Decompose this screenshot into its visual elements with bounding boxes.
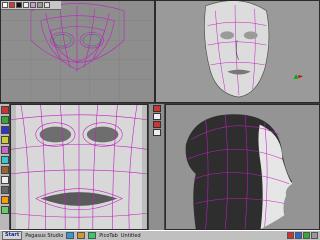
rotate-icon[interactable] [16,2,22,8]
tool-9-icon[interactable] [1,186,9,194]
taskbar-app-icon[interactable] [66,232,75,239]
select-icon[interactable] [2,2,8,8]
front-wireframe [1,1,154,102]
view-front-icon[interactable] [152,105,161,112]
tool-4-icon[interactable] [1,136,9,144]
tool-2-icon[interactable] [1,116,9,124]
viewport-side[interactable] [165,104,320,230]
render-icon[interactable] [30,2,36,8]
viewport-face-closeup[interactable] [10,104,148,230]
tool-7-icon[interactable] [1,166,9,174]
tray-icon-4[interactable] [311,232,318,239]
taskbar: Start Pegasus Studio PicoTab Untitled [0,230,320,240]
move-icon[interactable] [9,2,15,8]
tool-3-icon[interactable] [1,126,9,134]
head-side-profile [185,114,293,229]
face-wireframe-closeup [11,105,147,229]
taskbar-item-picotab[interactable]: PicoTab [99,233,118,239]
taskbar-item-app[interactable]: Pegasus Studio [25,233,63,239]
viewport-toolbar [1,1,61,10]
tray-icon-2[interactable] [295,232,302,239]
view-switch-strip [148,104,165,230]
tool-1-icon[interactable] [1,106,9,114]
view-top-icon[interactable] [152,121,161,128]
tray-icon-1[interactable] [287,232,294,239]
view-side-icon[interactable] [152,113,161,120]
view-persp-icon[interactable] [152,129,161,136]
viewport-perspective[interactable]: ▲► [155,0,320,103]
scale-icon[interactable] [23,2,29,8]
tool-palette-left [0,104,10,230]
tool-11-icon[interactable] [1,206,9,214]
system-tray [287,232,320,239]
taskbar-item-untitled[interactable]: Untitled [121,233,141,239]
taskbar-app-icon-3[interactable] [88,232,97,239]
start-button[interactable]: Start [2,231,23,240]
tool-10-icon[interactable] [1,196,9,204]
tool-5-icon[interactable] [1,146,9,154]
viewport-front[interactable] [0,0,155,103]
tool-8-icon[interactable] [1,176,9,184]
taskbar-app-icon-2[interactable] [77,232,86,239]
tool-6-icon[interactable] [1,156,9,164]
camera-icon[interactable] [37,2,43,8]
head-render-perspective [204,1,270,98]
light-icon[interactable] [44,2,50,8]
axis-gizmo: ▲► [293,73,303,80]
tray-icon-3[interactable] [303,232,310,239]
